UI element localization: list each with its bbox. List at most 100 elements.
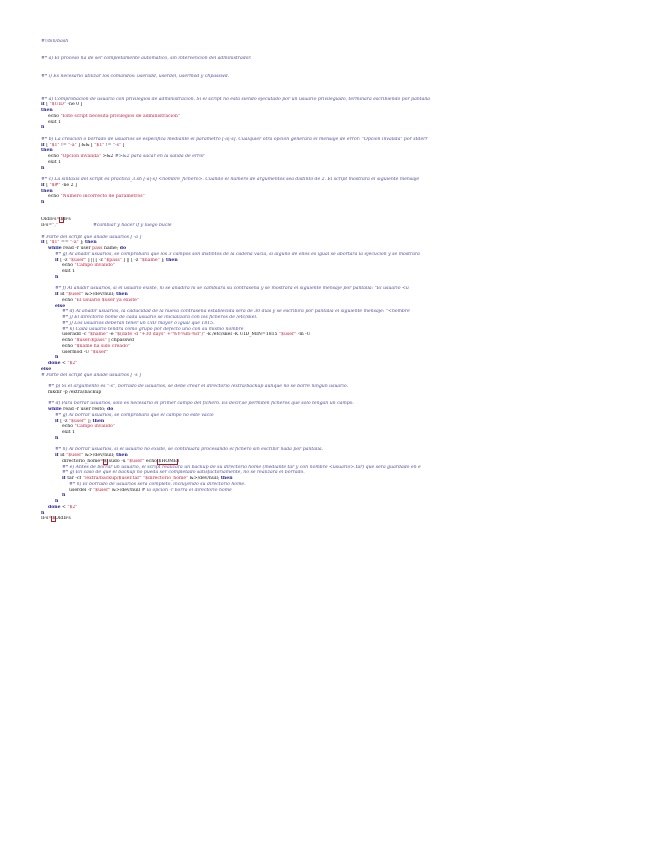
code-text: IFs= (41, 516, 53, 522)
code-string: "$#" (49, 182, 61, 188)
code-text: -ne 2 ] (60, 182, 77, 188)
code-string: "$user:$pass" (74, 338, 107, 343)
code-keyword: fi (55, 355, 59, 361)
code-string: "$user" (66, 453, 84, 458)
code-string: "$directorio_home" (143, 476, 189, 481)
code-text: echo (62, 263, 75, 269)
code-text: exit 1 (48, 119, 62, 125)
code-string: "$(date -d "+30 days" +"%Y-%m-%d")" (115, 332, 205, 338)
code-keyword: fi (41, 510, 45, 516)
code-keyword: do (119, 246, 127, 251)
code-string: "$user" (68, 257, 87, 263)
code-text: == (59, 240, 71, 246)
code-text: -m -U (296, 332, 311, 338)
code-comment: #* n) El borrado de usuarios será comple… (69, 481, 246, 487)
code-text: IFs (63, 217, 71, 223)
code-string: "Numero incorrecto de parametros" (60, 194, 145, 200)
code-comment: #* p) Si el argumento es "-s", borrado d… (48, 384, 348, 389)
code-keyword: fi (41, 200, 45, 205)
code-comment: #* k) Cada usuario tendrá como grupo por… (62, 326, 244, 332)
code-keyword: else (41, 366, 52, 372)
code-comment: #* b) La creación o borrado de usuarios … (41, 136, 428, 142)
code-text: ] (121, 142, 125, 148)
code-text: echo (62, 343, 75, 349)
code-text: [ -z (58, 257, 69, 263)
code-comment: #* i) Es necesario utilizar los comandos… (41, 73, 230, 79)
code-text: != (104, 142, 113, 148)
code-text: id (58, 453, 67, 458)
code-keyword: then (220, 476, 233, 481)
code-keyword: then (41, 188, 53, 194)
code-keyword: while (48, 246, 62, 251)
code-comment: #* d) Al añadir usuarios, la caducidad d… (62, 309, 410, 315)
code-string: "/extra/backup/$user.tar" (82, 476, 142, 481)
code-text: useradd -c (62, 332, 88, 338)
code-string: "$2" (67, 361, 78, 366)
code-string: "$2" (67, 504, 78, 510)
code-keyword: fi (41, 125, 45, 131)
code-keyword: fi (55, 435, 59, 441)
code-keyword: then (92, 418, 105, 424)
code-comment: #* e) Antes de borrar un usuario, el scr… (62, 464, 421, 470)
code-string: "$user" (90, 349, 109, 355)
code-text: echo (48, 154, 61, 159)
code-document: #!/bin/bash #* a) El proceso ha de ser co… (41, 39, 615, 522)
code-text: directorio_home= (62, 458, 104, 464)
code-string: "$user" (93, 487, 111, 493)
code-string: "$1" (49, 142, 60, 148)
code-text: echo (144, 458, 159, 464)
code-text: echo (48, 113, 61, 119)
code-comment: #* g) Al añadir usuarios, se comprobará … (55, 251, 420, 257)
code-text: read -r user (61, 246, 93, 251)
code-keyword: then (41, 108, 53, 113)
code-text: OldIFs= (41, 217, 61, 223)
code-text: ] || [ -z (86, 257, 105, 263)
code-keyword: while (48, 407, 62, 412)
code-text: echo (62, 424, 75, 430)
code-keyword: then (165, 257, 178, 263)
code-text: [ -z (58, 418, 69, 424)
code-keyword: then (116, 453, 128, 458)
code-keyword: fi (55, 499, 59, 504)
code-text: exit 1 (62, 269, 76, 274)
code-string: "$name ha sido creado" (74, 343, 130, 349)
code-keyword: fi (55, 274, 59, 280)
code-keyword: fi (62, 493, 66, 499)
code-string: "$user" (66, 292, 84, 297)
code-text: exit 1 (48, 159, 62, 165)
code-text: echo (48, 194, 61, 200)
code-keyword: fi (41, 165, 45, 171)
code-text: &>/dev/null (110, 487, 142, 493)
code-string: "$1" (94, 142, 105, 148)
code-text: ] && [ (76, 142, 95, 148)
code-comment: #* f) Al añadir usuarios, si el usuario … (55, 286, 409, 292)
code-text: exit 1 (62, 430, 76, 435)
code-string: "El usuario $user ya existe" (74, 297, 140, 303)
code-line: IFs=$OldIFs (41, 516, 615, 522)
code-comment: # la opcion -r borra el directorio home (141, 487, 232, 493)
code-comment: #* a) El proceso ha de ser completamente… (41, 56, 252, 62)
code-comment: #* g) Al borrar usuarios, se comprobará … (55, 412, 214, 418)
code-text: != (59, 142, 69, 148)
code-text: echo (62, 297, 75, 303)
code-text: id (58, 292, 67, 297)
code-string: "Campo invalido" (74, 263, 115, 269)
code-keyword: then (41, 148, 53, 154)
code-comment: #* g) En caso de que el backup no pueda … (62, 470, 305, 476)
code-text: | chpasswd (106, 338, 135, 343)
code-text: >&2 (101, 154, 115, 159)
code-text: read -r user resto; (61, 407, 108, 412)
code-text: name; (102, 246, 120, 251)
code-text: &>/dev/null; (83, 292, 117, 297)
code-keyword: done (48, 361, 61, 366)
code-keyword: then (116, 292, 128, 297)
code-string: "$pass" (104, 257, 122, 263)
code-text: -k /etc/skel -K UID_MIN=1815 (205, 332, 279, 338)
code-text: &>/dev/null; (188, 476, 221, 481)
code-text: usermod -U (62, 349, 91, 355)
code-comment: #!/bin/bash (41, 39, 69, 44)
code-comment: #* d) Para borrar usuarios, sólo es nece… (48, 401, 354, 407)
code-text: &>/dev/null; (83, 453, 117, 458)
code-text: IFs= (41, 223, 53, 228)
